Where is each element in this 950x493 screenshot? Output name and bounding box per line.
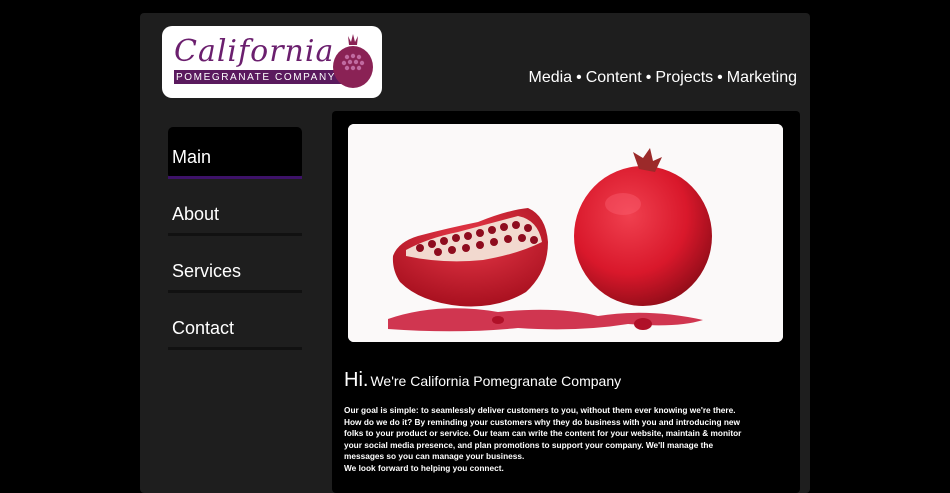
nav-separator: •	[645, 69, 652, 86]
sidebar-item-label: Main	[172, 147, 212, 167]
top-nav-marketing[interactable]: Marketing	[727, 69, 797, 86]
sidebar-item-contact[interactable]: Contact	[168, 298, 302, 350]
sidebar-item-label: About	[172, 204, 220, 224]
logo-script-text: California	[174, 34, 335, 69]
top-navigation: Media • Content • Projects • Marketing	[529, 69, 798, 87]
intro-paragraph: Our goal is simple: to seamlessly delive…	[344, 405, 742, 461]
closing-paragraph: We look forward to helping you connect.	[344, 463, 504, 473]
nav-separator: •	[576, 69, 582, 86]
hero-image	[348, 124, 783, 342]
top-nav-media[interactable]: Media	[529, 69, 573, 86]
greeting-rest: We're California Pomegranate Company	[370, 373, 622, 389]
top-nav-projects[interactable]: Projects	[655, 69, 713, 86]
sidebar-item-label: Contact	[172, 318, 235, 338]
item-underline	[168, 233, 302, 236]
greeting-hi: Hi.	[344, 369, 369, 391]
main-content: Hi. We're California Pomegranate Company …	[332, 111, 800, 493]
active-underline	[168, 176, 302, 179]
nav-separator: •	[717, 69, 723, 86]
pomegranate-photo	[348, 124, 783, 342]
top-nav-content[interactable]: Content	[586, 69, 642, 86]
greeting-heading: Hi. We're California Pomegranate Company	[344, 369, 621, 392]
sidebar-navigation: Main About Services Contact	[168, 127, 302, 355]
pomegranate-logo-icon	[333, 34, 373, 88]
logo-company-text: POMEGRANATE COMPANY	[176, 72, 337, 83]
item-underline	[168, 347, 302, 350]
sidebar-item-label: Services	[172, 261, 242, 281]
company-logo[interactable]: California POMEGRANATE COMPANY	[162, 26, 382, 98]
sidebar-item-services[interactable]: Services	[168, 241, 302, 293]
sidebar-item-main[interactable]: Main	[168, 127, 302, 179]
sidebar-item-about[interactable]: About	[168, 184, 302, 236]
item-underline	[168, 290, 302, 293]
page-container: California POMEGRANATE COMPANY Media • Con…	[140, 13, 810, 493]
